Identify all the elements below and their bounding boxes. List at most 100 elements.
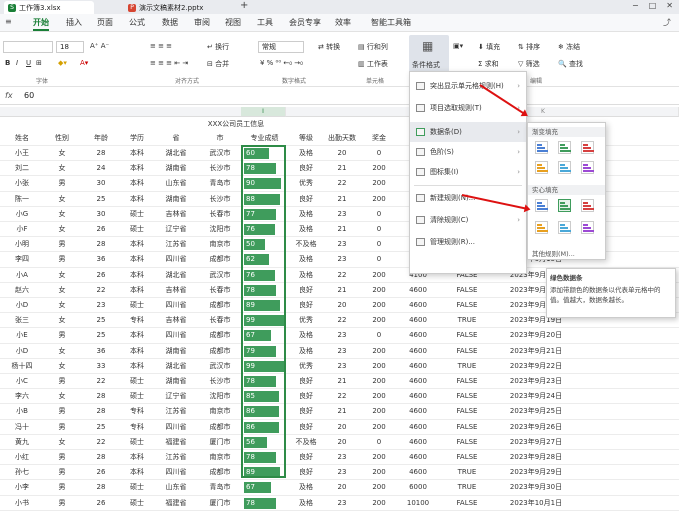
- table-cell[interactable]: 28: [85, 480, 117, 495]
- table-cell[interactable]: 22: [85, 374, 117, 389]
- menu-page[interactable]: 页面: [97, 17, 113, 28]
- table-cell[interactable]: 30: [85, 207, 117, 222]
- menu-efficiency[interactable]: 效率: [335, 17, 351, 28]
- header-cell[interactable]: 省: [157, 131, 195, 146]
- row-col-button[interactable]: ▤ 行和列: [358, 42, 388, 52]
- underline-icon[interactable]: U: [26, 59, 31, 67]
- table-cell[interactable]: 小明: [4, 237, 40, 252]
- table-cell[interactable]: 长沙市: [200, 161, 240, 176]
- table-cell[interactable]: 21: [324, 192, 360, 207]
- menu-data-bars[interactable]: 数据条(D) ›: [410, 122, 526, 142]
- table-cell[interactable]: 23: [324, 252, 360, 267]
- table-cell[interactable]: 2023年9月28日: [496, 450, 576, 465]
- table-cell[interactable]: 6000: [398, 480, 438, 495]
- table-cell[interactable]: 青岛市: [200, 480, 240, 495]
- number-format-dropdown[interactable]: 常规: [258, 41, 304, 53]
- table-cell[interactable]: 吉林省: [157, 313, 195, 328]
- table-cell[interactable]: 小A: [4, 268, 40, 283]
- table-cell[interactable]: 21: [324, 404, 360, 419]
- table-cell[interactable]: 28: [85, 389, 117, 404]
- table-cell[interactable]: 4600: [398, 283, 438, 298]
- table-cell[interactable]: 男: [45, 465, 79, 480]
- table-cell[interactable]: FALSE: [444, 450, 490, 465]
- header-cell[interactable]: 市: [200, 131, 240, 146]
- table-cell[interactable]: 20: [324, 435, 360, 450]
- table-cell[interactable]: 良好: [290, 389, 322, 404]
- table-cell[interactable]: 200: [362, 389, 396, 404]
- fill-color-icon[interactable]: ◆▾: [58, 59, 67, 67]
- table-cell[interactable]: 28: [85, 237, 117, 252]
- table-cell[interactable]: 厦门市: [200, 435, 240, 450]
- formula-input[interactable]: 60: [24, 91, 34, 100]
- table-cell[interactable]: 0: [362, 328, 396, 343]
- table-cell[interactable]: 湖南省: [157, 161, 195, 176]
- data-bar-swatch[interactable]: [558, 221, 571, 234]
- table-cell[interactable]: 4600: [398, 404, 438, 419]
- table-cell[interactable]: 21: [324, 161, 360, 176]
- table-cell[interactable]: 20: [324, 420, 360, 435]
- table-cell[interactable]: 及格: [290, 344, 322, 359]
- header-cell[interactable]: 年龄: [85, 131, 117, 146]
- table-cell[interactable]: 0: [362, 146, 396, 161]
- data-bar-swatch[interactable]: [535, 221, 548, 234]
- close-icon[interactable]: ✕: [666, 1, 673, 10]
- table-cell[interactable]: 本科: [120, 146, 154, 161]
- table-cell[interactable]: 23: [324, 328, 360, 343]
- table-cell[interactable]: TRUE: [444, 359, 490, 374]
- table-cell[interactable]: 4600: [398, 313, 438, 328]
- table-cell[interactable]: 小F: [4, 222, 40, 237]
- table-cell[interactable]: 200: [362, 192, 396, 207]
- font-color-icon[interactable]: A▾: [80, 59, 88, 67]
- table-cell[interactable]: FALSE: [444, 374, 490, 389]
- menu-view[interactable]: 视图: [225, 17, 241, 28]
- cell-style-icon[interactable]: ▣▾: [453, 42, 463, 50]
- table-cell[interactable]: 本科: [120, 161, 154, 176]
- table-cell[interactable]: 22: [324, 268, 360, 283]
- table-cell[interactable]: 22: [324, 176, 360, 191]
- score-cell[interactable]: 67: [243, 480, 286, 495]
- worksheet-button[interactable]: ▥ 工作表: [358, 59, 388, 69]
- header-cell[interactable]: 奖金: [362, 131, 396, 146]
- table-cell[interactable]: 26: [85, 268, 117, 283]
- table-cell[interactable]: 26: [85, 222, 117, 237]
- table-cell[interactable]: 200: [362, 374, 396, 389]
- font-size-dropdown[interactable]: 18: [56, 41, 84, 53]
- table-cell[interactable]: 沈阳市: [200, 222, 240, 237]
- table-cell[interactable]: FALSE: [444, 420, 490, 435]
- menu-insert[interactable]: 插入: [66, 17, 82, 28]
- menu-icon-sets[interactable]: 图标集(I) ›: [410, 162, 526, 182]
- table-cell[interactable]: 本科: [120, 237, 154, 252]
- minimize-icon[interactable]: −: [632, 1, 639, 10]
- table-cell[interactable]: 女: [45, 268, 79, 283]
- table-cell[interactable]: 成都市: [200, 420, 240, 435]
- table-cell[interactable]: 女: [45, 389, 79, 404]
- table-cell[interactable]: 200: [362, 359, 396, 374]
- table-cell[interactable]: 0: [362, 435, 396, 450]
- table-cell[interactable]: 南京市: [200, 237, 240, 252]
- table-cell[interactable]: 男: [45, 374, 79, 389]
- table-cell[interactable]: 吉林省: [157, 207, 195, 222]
- table-cell[interactable]: 36: [85, 344, 117, 359]
- table-cell[interactable]: 女: [45, 283, 79, 298]
- align-top-icons[interactable]: ≡ ≡ ≡: [150, 42, 172, 50]
- table-cell[interactable]: 四川省: [157, 252, 195, 267]
- table-cell[interactable]: 成都市: [200, 344, 240, 359]
- table-cell[interactable]: 200: [362, 176, 396, 191]
- table-cell[interactable]: 200: [362, 344, 396, 359]
- table-cell[interactable]: 孙七: [4, 465, 40, 480]
- table-cell[interactable]: 四川省: [157, 328, 195, 343]
- table-cell[interactable]: 25: [85, 192, 117, 207]
- table-cell[interactable]: 及格: [290, 222, 322, 237]
- table-cell[interactable]: 小G: [4, 207, 40, 222]
- data-bar-swatch[interactable]: [558, 161, 571, 174]
- table-cell[interactable]: 33: [85, 359, 117, 374]
- table-cell[interactable]: 良好: [290, 465, 322, 480]
- table-cell[interactable]: 成都市: [200, 252, 240, 267]
- table-cell[interactable]: 良好: [290, 283, 322, 298]
- table-cell[interactable]: 2023年9月29日: [496, 465, 576, 480]
- table-cell[interactable]: 20: [324, 146, 360, 161]
- table-cell[interactable]: 本科: [120, 192, 154, 207]
- table-cell[interactable]: 2023年9月22日: [496, 359, 576, 374]
- table-cell[interactable]: 硕士: [120, 222, 154, 237]
- table-cell[interactable]: 23: [324, 465, 360, 480]
